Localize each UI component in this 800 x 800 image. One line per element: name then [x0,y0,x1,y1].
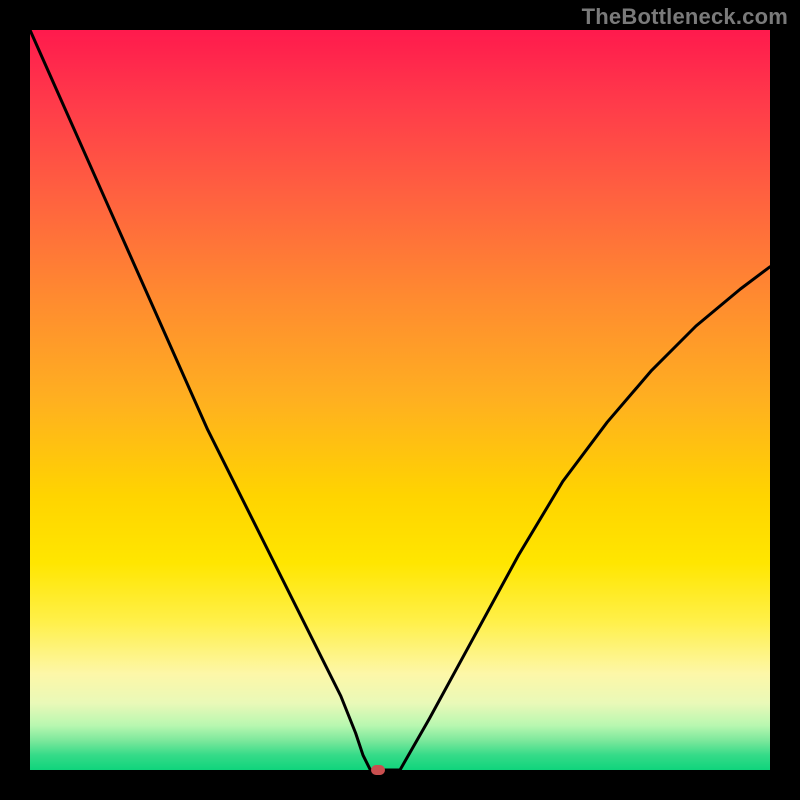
bottleneck-curve [30,30,770,770]
curve-path [30,30,770,770]
chart-frame: TheBottleneck.com [0,0,800,800]
watermark-text: TheBottleneck.com [582,4,788,30]
plot-area [30,30,770,770]
min-marker [371,765,385,775]
